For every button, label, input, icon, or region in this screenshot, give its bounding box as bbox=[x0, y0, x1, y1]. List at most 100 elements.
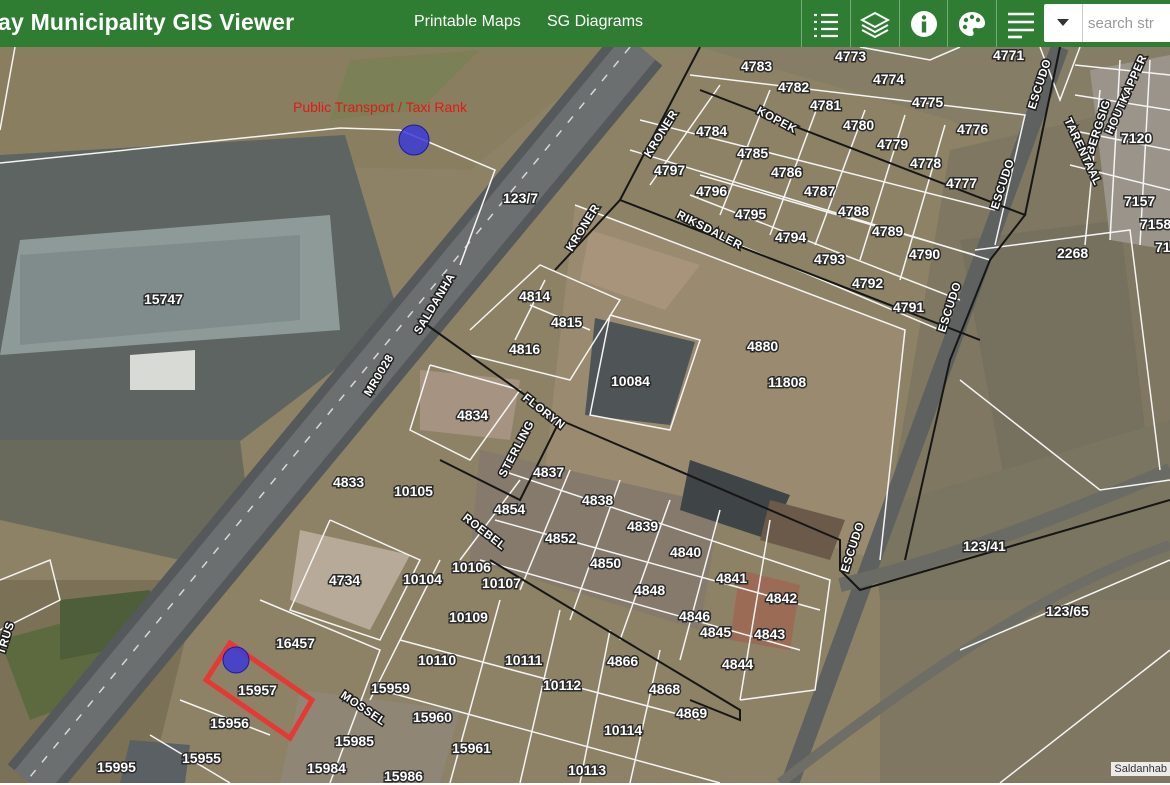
parcel-label: 4778 bbox=[910, 155, 941, 171]
parcel-label: 4845 bbox=[700, 624, 731, 640]
layers-button[interactable] bbox=[850, 0, 899, 47]
parcel-label: 4837 bbox=[533, 464, 564, 480]
layers-icon bbox=[860, 11, 890, 38]
parcel-label: 4854 bbox=[494, 501, 525, 517]
parcel-label: 15985 bbox=[335, 733, 374, 749]
basemap-palette-icon bbox=[959, 11, 985, 36]
parcel-label: 4816 bbox=[509, 341, 540, 357]
parcel-label: 4838 bbox=[582, 492, 613, 508]
parcel-label: 10109 bbox=[449, 609, 488, 625]
parcel-label: 15957 bbox=[238, 682, 277, 698]
parcel-label: 4833 bbox=[333, 474, 364, 490]
parcel-label: 715 bbox=[1155, 239, 1170, 255]
parcel-label: 10112 bbox=[543, 677, 581, 693]
parcel-label: 123/41 bbox=[963, 538, 1006, 554]
transit-marker-parcel[interactable] bbox=[222, 646, 250, 674]
transit-rank-label: Public Transport / Taxi Rank bbox=[293, 99, 468, 115]
parcel-label: 4771 bbox=[993, 47, 1024, 63]
menu-icon bbox=[1008, 12, 1034, 38]
parcel-label: 4796 bbox=[696, 183, 727, 199]
parcel-label: 10084 bbox=[611, 373, 650, 389]
parcel-label: 4846 bbox=[679, 608, 710, 624]
parcel-label: 4774 bbox=[873, 71, 904, 87]
parcel-label: 4797 bbox=[654, 162, 685, 178]
parcel-label: 4790 bbox=[909, 246, 940, 262]
parcel-label: 4794 bbox=[775, 229, 806, 245]
parcel-label: 4781 bbox=[810, 97, 841, 113]
parcel-label: 10105 bbox=[394, 483, 433, 499]
parcel-label: 4785 bbox=[737, 145, 768, 161]
parcel-label: 11808 bbox=[768, 374, 806, 390]
search-source-dropdown[interactable] bbox=[1044, 4, 1083, 42]
parcel-label: 4783 bbox=[741, 58, 772, 74]
parcel-label: 4782 bbox=[778, 79, 809, 95]
transit-marker[interactable] bbox=[398, 124, 430, 156]
parcel-label: 4795 bbox=[735, 206, 766, 222]
parcel-label: 4791 bbox=[893, 299, 924, 315]
parcel-label: 4869 bbox=[676, 705, 707, 721]
parcel-label: 4779 bbox=[877, 136, 908, 152]
info-button[interactable] bbox=[899, 0, 948, 47]
parcel-label: 4784 bbox=[696, 123, 727, 139]
parcel-label: 123/7 bbox=[503, 190, 538, 206]
parcel-label: 4866 bbox=[607, 653, 638, 669]
parcel-label: 4793 bbox=[814, 251, 845, 267]
parcel-label: 2268 bbox=[1057, 245, 1088, 261]
parcel-label: 4777 bbox=[946, 175, 977, 191]
parcel-label: 4773 bbox=[835, 48, 866, 64]
parcel-label: 15995 bbox=[97, 759, 136, 775]
parcel-label: 7120 bbox=[1121, 130, 1152, 146]
search-box bbox=[1044, 4, 1170, 42]
parcel-label: 10110 bbox=[418, 652, 456, 668]
parcel-label: 15955 bbox=[182, 750, 221, 766]
menu-button[interactable] bbox=[996, 0, 1045, 47]
parcel-label: 10111 bbox=[505, 652, 543, 668]
parcel-label: 15747 bbox=[144, 291, 183, 307]
parcel-label: 4734 bbox=[329, 572, 360, 588]
parcel-label: 4786 bbox=[771, 164, 802, 180]
map-view[interactable]: Public Transport / Taxi Rank SALDANHA MR… bbox=[0, 47, 1170, 783]
parcel-label: 4840 bbox=[670, 544, 701, 560]
parcel-label: 10106 bbox=[452, 559, 491, 575]
map-attribution: Saldanhab bbox=[1111, 762, 1170, 776]
parcel-label: 4788 bbox=[838, 203, 869, 219]
basemap-button[interactable] bbox=[947, 0, 996, 47]
legend-list-button[interactable] bbox=[801, 0, 850, 47]
parcel-label: 15959 bbox=[371, 680, 410, 696]
parcel-label: 4814 bbox=[519, 288, 550, 304]
parcel-label: 4789 bbox=[872, 223, 903, 239]
parcel-label: 4841 bbox=[716, 570, 747, 586]
parcel-label: 15984 bbox=[307, 760, 346, 776]
app-header: ay Municipality GIS Viewer Printable Map… bbox=[0, 0, 1170, 47]
parcel-label: 7158 bbox=[1140, 216, 1170, 232]
parcel-label: 4776 bbox=[957, 121, 988, 137]
parcel-label: 7157 bbox=[1124, 193, 1155, 209]
parcel-label: 10114 bbox=[604, 722, 642, 738]
parcel-label: 4880 bbox=[747, 338, 778, 354]
caret-down-icon bbox=[1057, 19, 1069, 26]
parcel-label: 15986 bbox=[384, 768, 423, 783]
parcel-label: 15956 bbox=[210, 715, 249, 731]
parcel-label: 4787 bbox=[804, 183, 835, 199]
parcel-label: 4842 bbox=[766, 590, 797, 606]
legend-list-icon bbox=[814, 13, 838, 37]
parcel-label: 123/65 bbox=[1046, 603, 1089, 619]
map-canvas: Public Transport / Taxi Rank SALDANHA MR… bbox=[0, 47, 1170, 783]
parcel-label: 4850 bbox=[590, 555, 621, 571]
parcel-label: 4815 bbox=[551, 314, 582, 330]
nav-sg-diagrams[interactable]: SG Diagrams bbox=[547, 13, 643, 31]
parcel-label: 15960 bbox=[413, 709, 452, 725]
search-input[interactable] bbox=[1088, 4, 1170, 42]
parcel-label: 4792 bbox=[852, 275, 883, 291]
parcel-label: 4843 bbox=[754, 626, 785, 642]
app-title: ay Municipality GIS Viewer bbox=[0, 9, 295, 35]
parcel-label: 4775 bbox=[912, 94, 943, 110]
parcel-label: 4848 bbox=[634, 582, 665, 598]
parcel-label: 4852 bbox=[545, 530, 576, 546]
parcel-label: 10107 bbox=[482, 575, 521, 591]
nav-printable-maps[interactable]: Printable Maps bbox=[414, 13, 521, 31]
parcel-label: 4844 bbox=[722, 656, 753, 672]
parcel-label: 4868 bbox=[649, 681, 680, 697]
parcel-label: 10113 bbox=[568, 762, 606, 778]
parcel-label: 10104 bbox=[403, 571, 442, 587]
